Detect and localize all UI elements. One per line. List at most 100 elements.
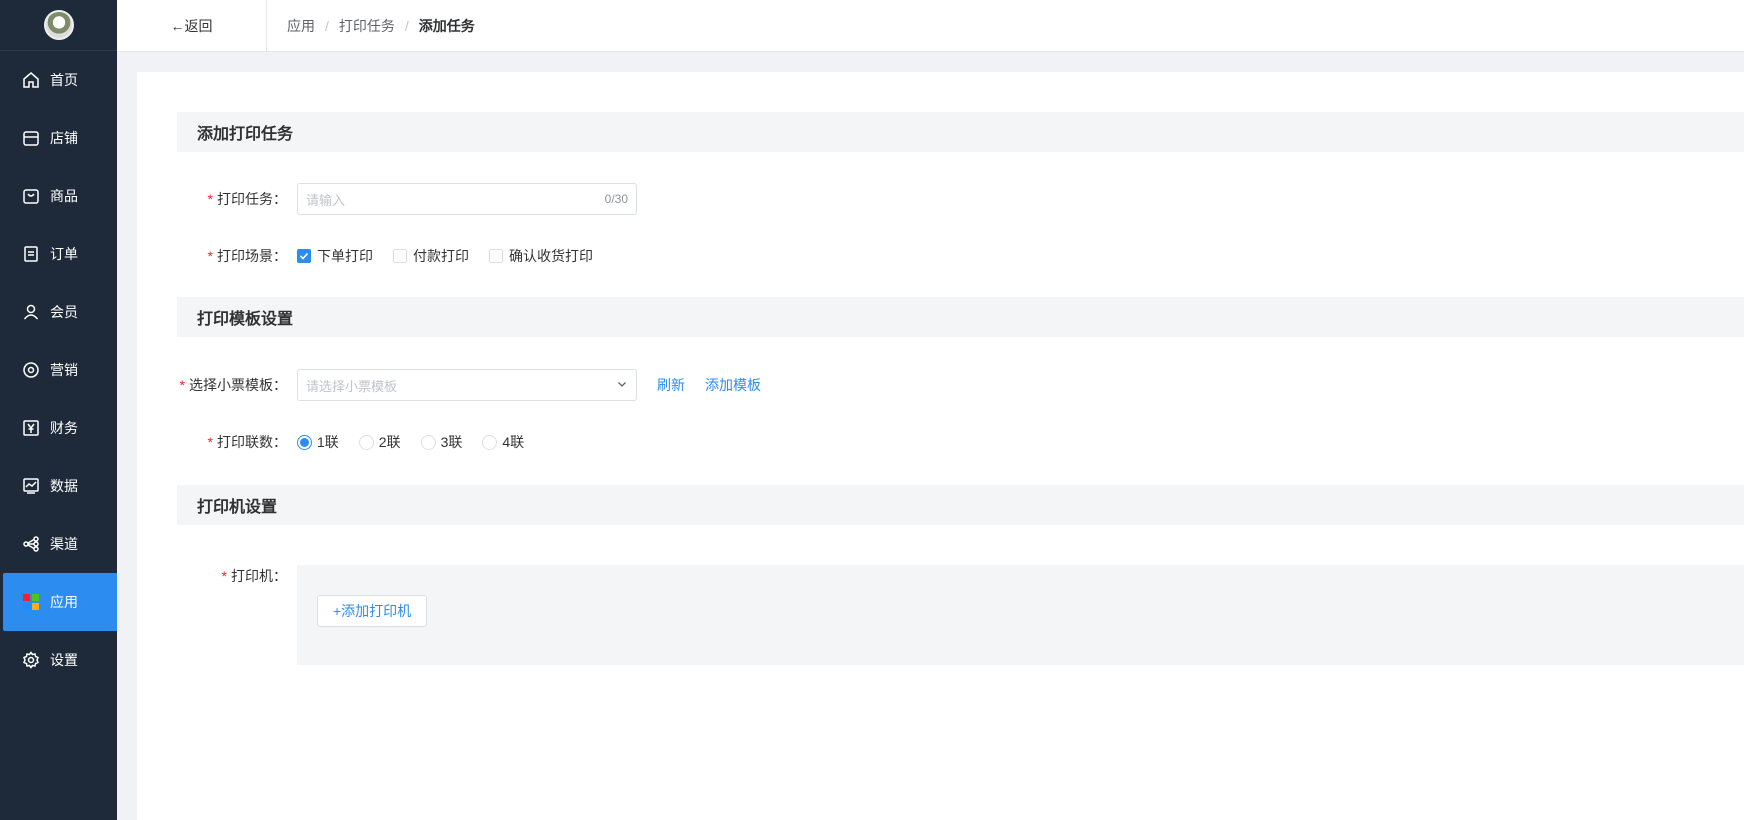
section-title-template: 打印模板设置 <box>177 297 1744 337</box>
copies-option-label: 2联 <box>378 434 401 450</box>
sidebar: 首页 店铺 商品 订单 会员 营销 财务 数据 渠道 应用 设置 <box>0 0 117 820</box>
template-select[interactable]: 请选择小票模板 <box>297 369 637 401</box>
sidebar-item-home[interactable]: 首页 <box>0 51 117 109</box>
scene-checkbox-payment[interactable]: 付款打印 <box>393 246 469 266</box>
radio-checked-icon <box>297 434 312 450</box>
task-input[interactable]: 请输入 0/30 <box>297 183 637 215</box>
template-label: * 选择小票模板： <box>177 375 297 395</box>
sidebar-item-label: 会员 <box>50 304 78 320</box>
form-row-template: * 选择小票模板： 请选择小票模板 刷新 添加模板 <box>177 369 761 401</box>
back-label: 返回 <box>184 17 213 34</box>
form-row-task: * 打印任务： 请输入 0/30 <box>177 183 637 215</box>
breadcrumb-item-current: 添加任务 <box>418 17 475 34</box>
chevron-down-icon <box>616 378 628 393</box>
sidebar-item-data[interactable]: 数据 <box>0 457 117 515</box>
task-input-placeholder: 请输入 <box>306 192 346 208</box>
checkbox-icon <box>393 249 407 263</box>
template-label-text: 选择小票模板： <box>189 377 287 393</box>
store-icon <box>22 129 40 147</box>
copies-radio-4[interactable]: 4联 <box>482 432 524 452</box>
breadcrumb: 应用 / 打印任务 / 添加任务 <box>267 16 475 36</box>
section-title-printer: 打印机设置 <box>177 485 1744 525</box>
sidebar-item-label: 渠道 <box>50 536 78 552</box>
scene-checkbox-receipt[interactable]: 确认收货打印 <box>489 246 593 266</box>
breadcrumb-item-apps[interactable]: 应用 <box>287 16 315 36</box>
main-content: 添加打印任务 * 打印任务： 请输入 0/30 * 打印场景： 下单打印 付款打印 … <box>137 72 1744 820</box>
required-mark: * <box>221 568 227 584</box>
sidebar-item-label: 首页 <box>50 72 78 88</box>
form-row-printer: * 打印机： <box>177 564 297 588</box>
logo-avatar-icon <box>43 10 74 40</box>
sidebar-item-orders[interactable]: 订单 <box>0 225 117 283</box>
chart-icon <box>22 477 40 495</box>
sidebar-item-products[interactable]: 商品 <box>0 167 117 225</box>
form-row-scene: * 打印场景： 下单打印 付款打印 确认收货打印 <box>177 240 613 272</box>
back-button[interactable]: ← 返回 <box>117 0 267 52</box>
printer-label-text: 打印机： <box>231 568 287 584</box>
settings-icon <box>22 651 40 669</box>
required-mark: * <box>179 377 185 393</box>
copies-option-label: 4联 <box>502 434 525 450</box>
breadcrumb-separator: / <box>404 17 409 34</box>
required-mark: * <box>207 248 213 264</box>
logo[interactable] <box>0 0 117 51</box>
printer-label: * 打印机： <box>177 566 297 586</box>
scene-option-label: 确认收货打印 <box>509 248 593 264</box>
sidebar-item-label: 订单 <box>50 246 78 262</box>
marketing-icon <box>22 361 40 379</box>
task-label: * 打印任务： <box>177 189 297 209</box>
sidebar-item-label: 应用 <box>50 594 78 610</box>
bag-icon <box>22 187 40 205</box>
sidebar-item-marketing[interactable]: 营销 <box>0 341 117 399</box>
sidebar-item-label: 商品 <box>50 188 78 204</box>
radio-icon <box>420 434 436 450</box>
copies-option-label: 3联 <box>440 434 463 450</box>
sidebar-item-members[interactable]: 会员 <box>0 283 117 341</box>
copies-radio-group: 1联 2联 3联 4联 <box>297 432 544 452</box>
sidebar-item-label: 财务 <box>50 420 78 436</box>
radio-icon <box>482 434 498 450</box>
add-template-link[interactable]: 添加模板 <box>705 375 761 395</box>
home-icon <box>22 71 40 89</box>
copies-radio-2[interactable]: 2联 <box>358 432 401 452</box>
scene-checkbox-group: 下单打印 付款打印 确认收货打印 <box>297 246 613 266</box>
copies-radio-3[interactable]: 3联 <box>420 432 463 452</box>
add-printer-button[interactable]: +添加打印机 <box>317 595 428 627</box>
copies-option-label: 1联 <box>317 434 339 450</box>
refresh-link[interactable]: 刷新 <box>657 375 685 395</box>
copies-radio-1[interactable]: 1联 <box>297 432 339 452</box>
form-row-copies: * 打印联数： 1联 2联 3联 4联 <box>177 426 544 458</box>
sidebar-item-store[interactable]: 店铺 <box>0 109 117 167</box>
required-mark: * <box>207 434 213 450</box>
scene-option-label: 下单打印 <box>317 248 373 264</box>
apps-icon <box>22 593 40 611</box>
user-icon <box>22 303 40 321</box>
sidebar-item-label: 营销 <box>50 362 78 378</box>
printer-list-area: +添加打印机 <box>297 565 1744 665</box>
channel-icon <box>22 535 40 553</box>
order-icon <box>22 245 40 263</box>
breadcrumb-separator: / <box>325 17 329 34</box>
sidebar-nav: 首页 店铺 商品 订单 会员 营销 财务 数据 渠道 应用 设置 <box>0 51 117 689</box>
sidebar-item-label: 设置 <box>50 652 78 668</box>
task-label-text: 打印任务： <box>217 191 287 207</box>
scene-label: * 打印场景： <box>177 246 297 266</box>
required-mark: * <box>207 191 213 207</box>
sidebar-item-label: 店铺 <box>50 130 78 146</box>
sidebar-item-settings[interactable]: 设置 <box>0 631 117 689</box>
copies-label: * 打印联数： <box>177 432 297 452</box>
finance-icon <box>22 419 40 437</box>
sidebar-item-channels[interactable]: 渠道 <box>0 515 117 573</box>
scene-option-label: 付款打印 <box>413 248 469 264</box>
checkbox-icon <box>489 249 503 263</box>
scene-label-text: 打印场景： <box>217 248 287 264</box>
arrow-left-icon: ← <box>170 17 185 34</box>
checkbox-checked-icon <box>297 249 311 263</box>
scene-checkbox-order[interactable]: 下单打印 <box>297 246 373 266</box>
sidebar-item-apps[interactable]: 应用 <box>3 573 117 631</box>
template-select-placeholder: 请选择小票模板 <box>306 378 398 394</box>
breadcrumb-item-print-tasks[interactable]: 打印任务 <box>339 16 395 36</box>
sidebar-item-finance[interactable]: 财务 <box>0 399 117 457</box>
section-title-add-task: 添加打印任务 <box>177 112 1744 152</box>
copies-label-text: 打印联数： <box>217 434 287 450</box>
